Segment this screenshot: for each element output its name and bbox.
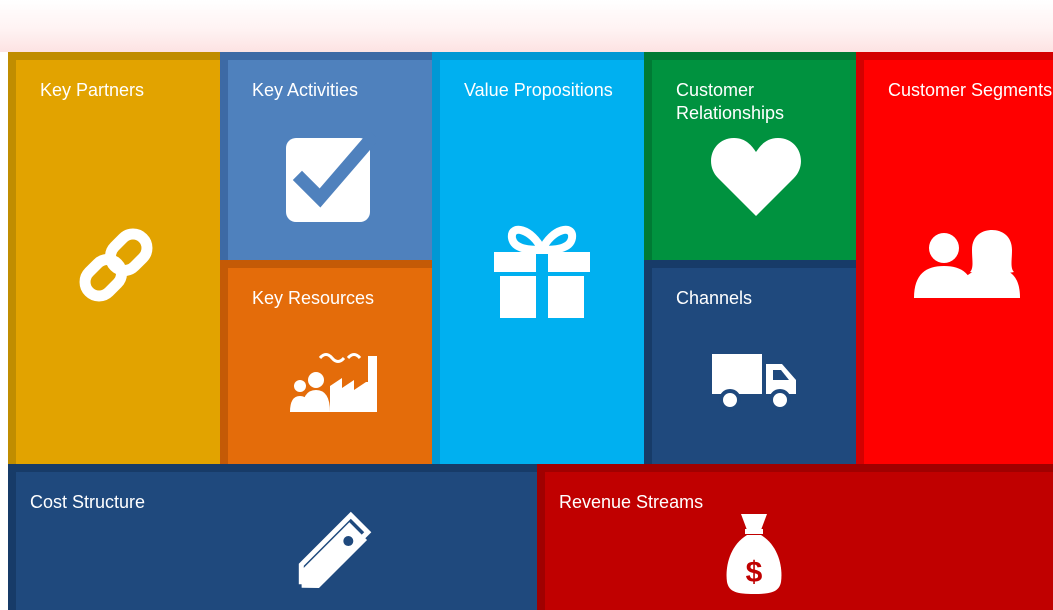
tile-key-resources[interactable]: Key Resources	[220, 260, 432, 464]
tile-key-activities[interactable]: Key Activities	[220, 52, 432, 260]
tile-label-value-propositions: Value Propositions	[464, 80, 613, 100]
tile-channels[interactable]: Channels	[644, 260, 856, 464]
svg-text:$: $	[746, 556, 763, 589]
tile-customer-relationships[interactable]: Customer Relationships	[644, 52, 856, 260]
tile-label-channels: Channels	[676, 288, 753, 308]
link-icon	[71, 220, 161, 310]
checkbox-checked-icon	[284, 132, 376, 224]
price-tag-icon	[290, 506, 372, 598]
tile-label-key-partners: Key Partners	[40, 80, 145, 100]
heart-icon	[710, 136, 802, 218]
tile-customer-segments[interactable]: Customer Segments	[856, 52, 1053, 464]
tile-cost-structure[interactable]: Cost Structure	[8, 464, 537, 610]
tile-revenue-streams[interactable]: Revenue Streams $	[537, 464, 1053, 610]
tile-value-propositions[interactable]: Value Propositions	[432, 52, 644, 464]
tile-label-customer-segments: Customer Segments	[888, 80, 1053, 100]
tile-label-cost-structure: Cost Structure	[30, 492, 146, 512]
money-bag-icon: $	[723, 512, 785, 596]
factory-people-icon	[286, 344, 382, 416]
people-icon	[912, 228, 1022, 300]
tile-key-partners[interactable]: Key Partners	[8, 52, 220, 464]
tile-label-revenue-streams: Revenue Streams	[559, 492, 704, 512]
tile-label-customer-relationships: Customer Relationships	[676, 80, 785, 123]
tile-label-key-resources: Key Resources	[252, 288, 375, 308]
gift-icon	[492, 220, 592, 320]
header-background	[0, 0, 1053, 52]
truck-icon	[710, 350, 800, 412]
tile-label-key-activities: Key Activities	[252, 80, 359, 100]
